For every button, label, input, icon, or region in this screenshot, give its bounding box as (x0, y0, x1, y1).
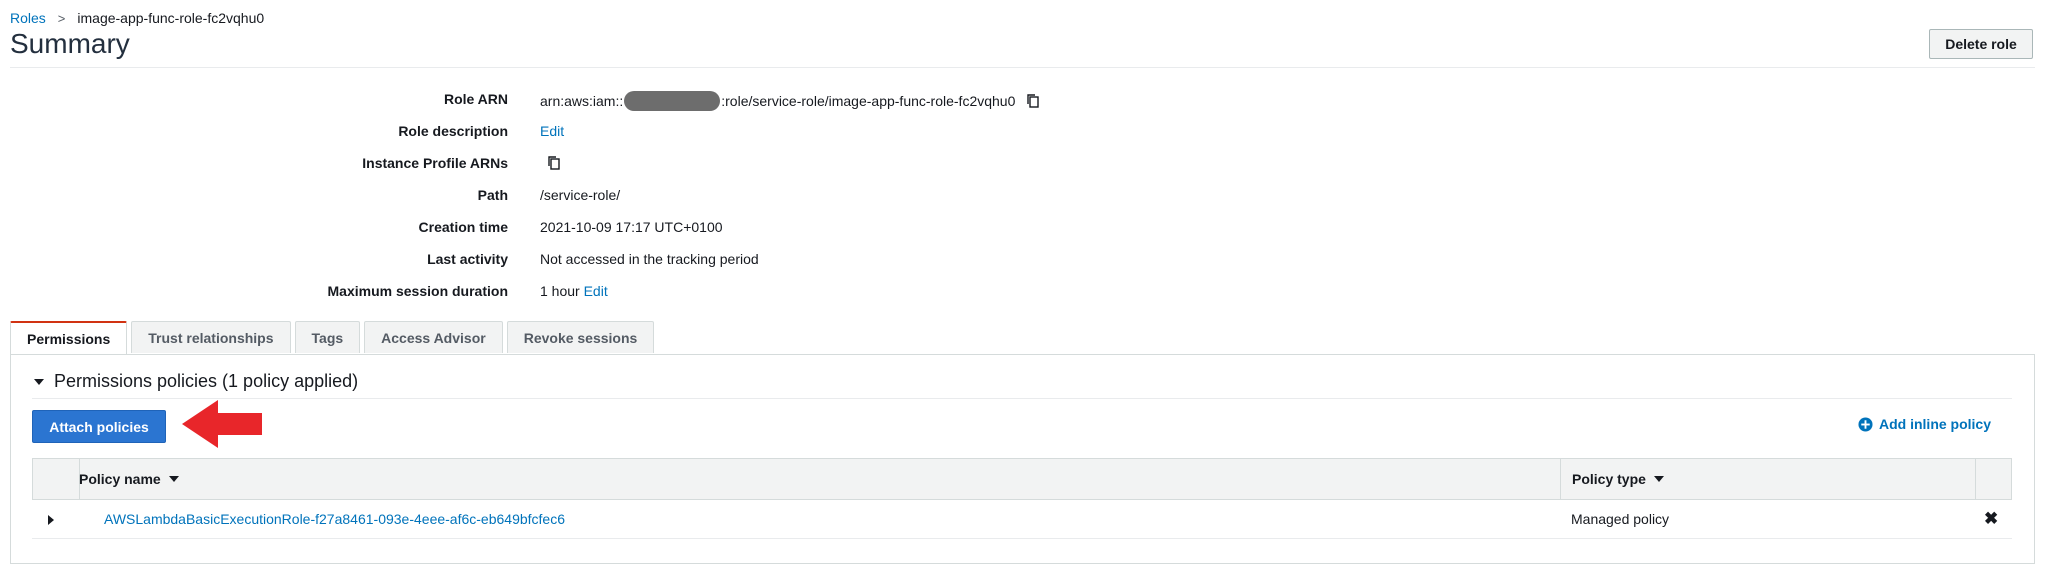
sort-caret-icon (168, 476, 179, 482)
arrow-left-icon (182, 400, 262, 448)
column-policy-name-label: Policy name (79, 471, 161, 487)
role-arn-label: Role ARN (443, 91, 508, 107)
caret-down-icon (34, 378, 44, 385)
max-session-value: 1 hour (540, 283, 580, 299)
path-value: /service-role/ (540, 187, 621, 203)
role-description-edit-link[interactable]: Edit (540, 123, 564, 139)
policy-name-link[interactable]: AWSLambdaBasicExecutionRole-f27a8461-093… (104, 500, 565, 538)
role-arn-value: arn:aws:iam:: :role/service-role/image-a… (540, 91, 1041, 111)
breadcrumb: Roles > image-app-func-role-fc2vqhu0 (10, 10, 264, 26)
instance-profile-label: Instance Profile ARNs (362, 155, 508, 171)
tab-revoke-sessions[interactable]: Revoke sessions (506, 321, 655, 353)
tab-tags[interactable]: Tags (294, 321, 361, 353)
delete-role-button[interactable]: Delete role (1929, 29, 2033, 59)
tab-access-advisor[interactable]: Access Advisor (364, 321, 503, 353)
add-inline-policy-link[interactable]: Add inline policy (1858, 416, 1991, 432)
role-tabs: Permissions Trust relationships Tags Acc… (10, 321, 658, 354)
max-session-edit-link[interactable]: Edit (584, 283, 608, 299)
redacted-account-id (624, 91, 721, 111)
column-divider (1975, 459, 1976, 499)
breadcrumb-current: image-app-func-role-fc2vqhu0 (77, 10, 265, 26)
last-activity-value: Not accessed in the tracking period (540, 251, 759, 267)
permissions-section-title: Permissions policies (1 policy applied) (54, 371, 359, 391)
permissions-section-toggle[interactable]: Permissions policies (1 policy applied) (34, 371, 358, 392)
breadcrumb-separator: > (57, 10, 66, 26)
tab-trust-relationships[interactable]: Trust relationships (131, 321, 291, 353)
table-header: Policy name Policy type (32, 458, 2012, 500)
last-activity-label: Last activity (427, 251, 508, 267)
path-label: Path (477, 187, 508, 203)
creation-time-label: Creation time (418, 219, 508, 235)
sort-caret-icon (1653, 476, 1664, 482)
creation-time-value: 2021-10-09 17:17 UTC+0100 (540, 219, 723, 235)
policy-type-value: Managed policy (1571, 511, 1670, 527)
column-divider (1560, 459, 1561, 499)
column-policy-type[interactable]: Policy type (1572, 459, 1664, 499)
page-title: Summary (10, 28, 130, 59)
max-session-label: Maximum session duration (327, 283, 508, 299)
policies-table: Policy name Policy type AWSLambdaBasicEx… (32, 458, 2012, 539)
table-row: AWSLambdaBasicExecutionRole-f27a8461-093… (32, 500, 2012, 539)
add-inline-policy-label: Add inline policy (1879, 416, 1992, 432)
role-arn-prefix: arn:aws:iam:: (540, 93, 624, 109)
copy-icon[interactable] (546, 155, 562, 171)
plus-circle-icon (1858, 416, 1873, 432)
header-divider (10, 67, 2035, 68)
tab-permissions[interactable]: Permissions (10, 321, 128, 354)
attach-policies-button[interactable]: Attach policies (32, 410, 166, 443)
role-description-label: Role description (398, 123, 508, 139)
copy-icon[interactable] (1025, 93, 1041, 109)
close-icon[interactable]: ✖ (1984, 509, 1998, 529)
column-policy-type-label: Policy type (1572, 471, 1646, 487)
section-divider (32, 398, 2012, 399)
breadcrumb-roles-link[interactable]: Roles (10, 10, 46, 26)
role-arn-suffix: :role/service-role/image-app-func-role-f… (721, 93, 1016, 109)
column-policy-name[interactable]: Policy name (79, 459, 179, 499)
expand-row-icon[interactable] (48, 515, 54, 525)
